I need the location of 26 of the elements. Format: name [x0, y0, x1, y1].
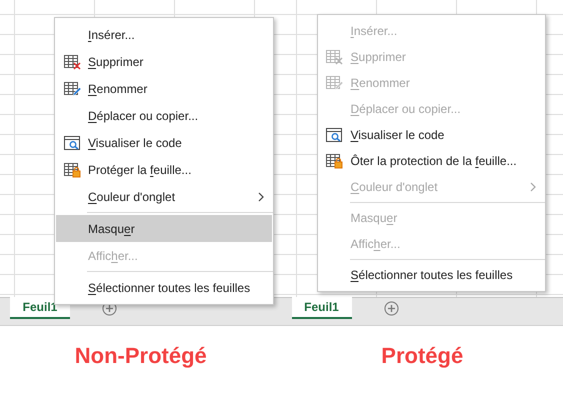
menu-item[interactable]: Déplacer ou copier...: [56, 102, 272, 129]
table-pencil-icon: [64, 80, 80, 96]
add-sheet-icon[interactable]: [384, 301, 398, 316]
window-magnifier-icon: [326, 127, 343, 143]
menu-item[interactable]: Sélectionner toutes les feuilles: [318, 262, 544, 288]
table-delete-icon: [64, 54, 80, 70]
caption: Non-Protégé: [74, 342, 207, 370]
table-pencil-icon: [326, 75, 343, 91]
sheet-tab[interactable]: Feuil1: [292, 297, 352, 319]
chevron-right-icon: [530, 182, 536, 192]
menu-item[interactable]: Supprimer: [56, 48, 272, 75]
menu-item[interactable]: Ôter la protection de la feuille...: [318, 148, 544, 174]
caption: Protégé: [381, 342, 464, 370]
table-lock-icon: [64, 162, 80, 178]
window-magnifier-icon: [64, 134, 80, 150]
menu-item[interactable]: Visualiser le code: [56, 129, 272, 156]
chevron-right-icon: [258, 192, 264, 202]
table-delete-icon: [326, 49, 343, 65]
menu-item[interactable]: Masquer: [56, 215, 272, 242]
menu-item[interactable]: Visualiser le code: [318, 122, 544, 148]
sheet-tab[interactable]: Feuil1: [10, 297, 70, 319]
menu-item[interactable]: Renommer: [56, 75, 272, 102]
menu-item[interactable]: Insérer...: [56, 21, 272, 48]
menu-item[interactable]: Protéger la feuille...: [56, 156, 272, 183]
menu-item[interactable]: Couleur d'onglet: [56, 183, 272, 210]
table-lock-icon: [326, 153, 343, 169]
